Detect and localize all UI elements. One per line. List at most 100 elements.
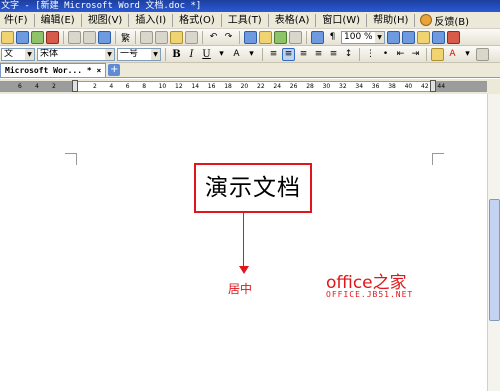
menu-view[interactable]: 视图(V) <box>84 12 127 29</box>
ruler-number: 6 <box>125 83 130 90</box>
feedback-label: 反馈(B) <box>434 16 470 28</box>
menu-window[interactable]: 窗口(W) <box>318 12 364 29</box>
increase-indent-icon[interactable]: ⇥ <box>409 48 422 61</box>
chevron-down-icon[interactable]: ▾ <box>215 48 228 61</box>
font-value: 宋体 <box>40 48 59 59</box>
horizontal-ruler-row: 6 4 2 2 4 6 8 10 12 14 16 18 20 22 24 26 28 30 32 34 36 38 40 4… <box>0 79 500 94</box>
justify-icon[interactable]: ≡ <box>312 48 325 61</box>
spellcheck-icon[interactable] <box>98 30 111 44</box>
underline-button[interactable]: U <box>200 48 213 61</box>
theme-icon[interactable] <box>447 30 461 44</box>
insert-chart-icon[interactable] <box>274 30 288 44</box>
align-center-icon[interactable]: ≡ <box>282 47 295 61</box>
paste-icon[interactable] <box>170 30 184 44</box>
menu-table[interactable]: 表格(A) <box>271 12 314 29</box>
drawing-icon[interactable] <box>311 30 325 44</box>
ruler-number: 4 <box>35 83 39 90</box>
ruler-number: 44 <box>437 83 446 90</box>
ruler-number: 34 <box>355 83 364 90</box>
comment-icon[interactable] <box>417 30 431 44</box>
align-left-icon[interactable]: ≡ <box>267 48 280 61</box>
menu-divider <box>33 13 35 27</box>
traditional-chinese-button[interactable]: 繁 <box>120 31 131 44</box>
chevron-down-icon[interactable]: ▾ <box>461 48 474 61</box>
toolbar-divider <box>306 30 308 44</box>
document-tab[interactable]: Microsoft Wor... * × <box>0 63 107 77</box>
menu-insert[interactable]: 插入(I) <box>131 12 170 29</box>
help-icon[interactable] <box>402 30 416 44</box>
chevron-down-icon[interactable]: ▾ <box>245 48 258 61</box>
find-icon[interactable] <box>387 30 401 44</box>
italic-button[interactable]: I <box>185 48 198 61</box>
numbered-list-icon[interactable]: ⋮ <box>364 48 377 61</box>
font-size-value: 一号 <box>120 48 139 59</box>
columns-icon[interactable] <box>289 30 303 44</box>
watermark-sub: OFFICE.JB51.NET <box>326 290 414 299</box>
standard-toolbar: 繁 ↶ ↷ ¶ 100 % ▼ <box>0 29 500 46</box>
menu-divider <box>220 13 222 27</box>
pdf-icon[interactable] <box>46 30 59 44</box>
open-folder-icon[interactable] <box>1 30 14 44</box>
align-right-icon[interactable]: ≡ <box>297 48 310 61</box>
menu-divider <box>172 13 174 27</box>
vertical-scrollbar[interactable] <box>487 94 500 391</box>
menu-file[interactable]: 件(F) <box>0 12 32 29</box>
toolbar-divider <box>359 47 360 61</box>
highlight-icon[interactable] <box>431 47 444 61</box>
ruler-number: 40 <box>404 83 413 90</box>
style-value: 文 <box>4 48 14 59</box>
window-icon[interactable] <box>432 30 446 44</box>
font-effects-icon[interactable]: A <box>230 48 243 61</box>
toolbar-divider <box>426 47 427 61</box>
ruler-number: 2 <box>52 83 56 90</box>
toolbar-divider <box>262 47 263 61</box>
zoom-combo[interactable]: 100 % ▼ <box>341 30 386 44</box>
export-icon[interactable] <box>31 30 44 44</box>
new-tab-button[interactable]: + <box>108 64 121 76</box>
ruler-number: 32 <box>339 83 347 90</box>
style-combo[interactable]: 文 ▼ <box>1 47 35 61</box>
tab-close-icon[interactable]: × <box>97 66 102 75</box>
ruler-number: 24 <box>273 83 282 90</box>
right-indent-marker[interactable] <box>430 80 436 92</box>
menu-tools[interactable]: 工具(T) <box>224 12 266 29</box>
char-shading-icon[interactable] <box>476 47 489 61</box>
undo-icon[interactable]: ↶ <box>207 31 220 44</box>
insert-picture-icon[interactable] <box>259 30 273 44</box>
bullet-list-icon[interactable]: • <box>379 48 392 61</box>
cut-icon[interactable] <box>140 30 154 44</box>
ruler-number: 18 <box>224 83 232 90</box>
menu-format[interactable]: 格式(O) <box>175 12 219 29</box>
horizontal-ruler: 6 4 2 2 4 6 8 10 12 14 16 18 20 22 24 26 28 30 32 34 36 38 40 4… <box>0 80 487 92</box>
ruler-number: 4 <box>109 83 114 90</box>
menu-edit[interactable]: 编辑(E) <box>37 12 79 29</box>
indent-marker[interactable] <box>72 80 78 92</box>
insert-table-icon[interactable] <box>244 30 258 44</box>
feedback-button[interactable]: 反馈(B) <box>417 13 472 28</box>
ruler-number: 8 <box>142 83 147 90</box>
font-color-icon[interactable]: A <box>446 48 459 61</box>
print-preview-icon[interactable] <box>83 30 96 44</box>
menu-divider <box>315 13 317 27</box>
copy-icon[interactable] <box>155 30 169 44</box>
show-marks-icon[interactable]: ¶ <box>326 31 339 44</box>
menu-help[interactable]: 帮助(H) <box>369 12 412 29</box>
bold-button[interactable]: B <box>170 48 183 61</box>
font-combo[interactable]: 宋体 ▼ <box>37 47 115 61</box>
menu-divider <box>267 13 269 27</box>
distributed-icon[interactable]: ≡ <box>327 48 340 61</box>
decrease-indent-icon[interactable]: ⇤ <box>394 48 407 61</box>
window-title: 文字 - [新建 Microsoft Word 文档.doc *] <box>1 1 202 11</box>
font-size-combo[interactable]: 一号 ▼ <box>117 47 161 61</box>
crop-mark-top-right <box>432 153 444 154</box>
redo-icon[interactable]: ↷ <box>222 31 235 44</box>
print-icon[interactable] <box>68 30 81 44</box>
ruler-number: 38 <box>388 83 396 90</box>
scrollbar-thumb[interactable] <box>489 199 500 321</box>
save-icon[interactable] <box>16 30 29 44</box>
line-spacing-icon[interactable]: ↕ <box>342 48 355 61</box>
ruler-number: 2 <box>93 83 97 90</box>
toolbar-divider <box>63 30 64 44</box>
format-painter-icon[interactable] <box>185 30 199 44</box>
ruler-number: 42 <box>421 83 429 90</box>
